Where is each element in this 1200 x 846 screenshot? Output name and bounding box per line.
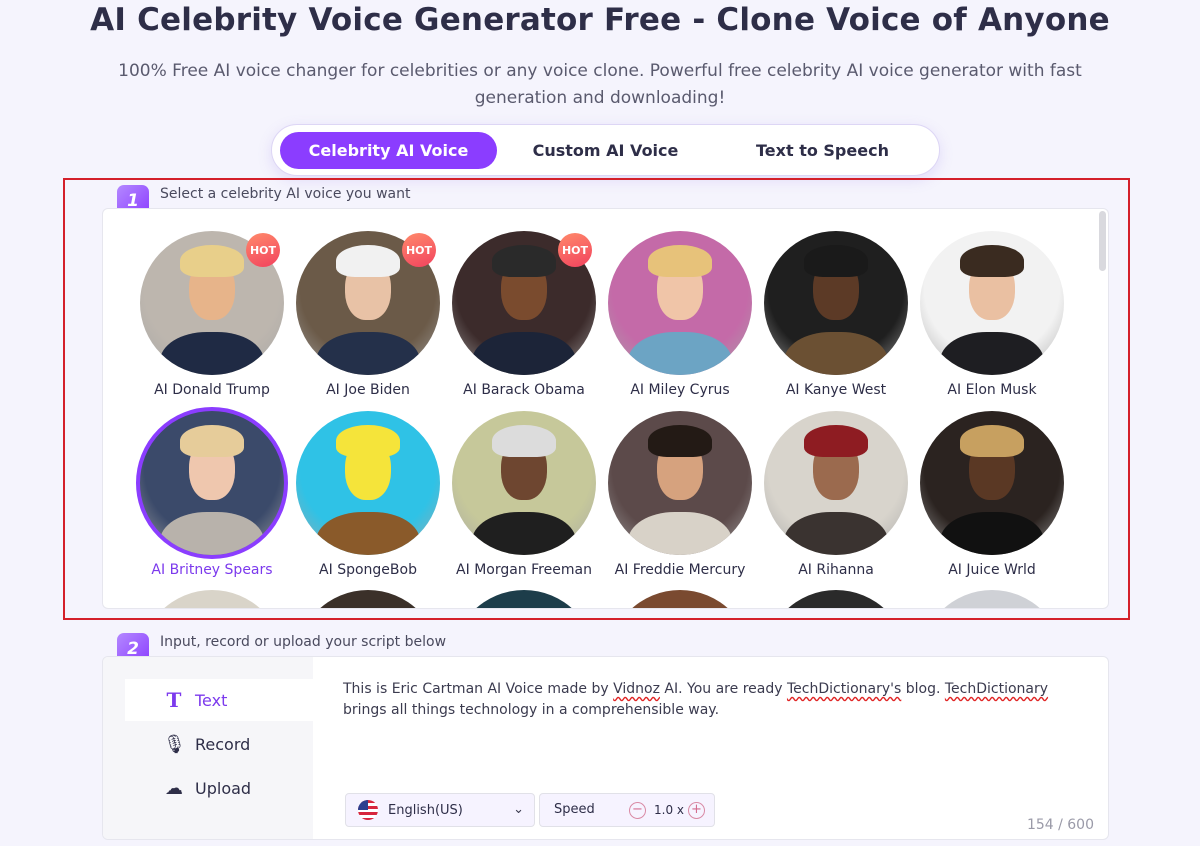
celebrity-voice-name: AI Juice Wrld [948,562,1036,578]
celebrity-voice-name: AI Britney Spears [151,562,273,578]
celebrity-avatar-partial[interactable] [764,590,908,608]
script-text-part: AI. You are ready [659,681,787,697]
spellcheck-word: Vidnoz [613,681,660,697]
chevron-down-icon: ⌄ [513,802,524,817]
character-counter: 154 / 600 [1026,817,1094,833]
speed-decrease-button[interactable]: − [629,802,646,819]
input-mode-upload-label: Upload [195,778,252,798]
celebrity-voice-name: AI Rihanna [798,562,874,578]
celebrity-avatar [920,231,1064,375]
tab-custom-ai-voice[interactable]: Custom AI Voice [497,132,714,169]
input-mode-record-label: Record [195,734,251,754]
celebrity-avatar-partial[interactable] [296,590,440,608]
script-input-panel: T Text 🎙 Record ☁ Upload This is Eric Ca… [102,656,1109,840]
celebrity-voice-card[interactable]: AI Miley Cyrus [602,231,758,407]
tab-celebrity-ai-voice[interactable]: Celebrity AI Voice [280,132,497,169]
celebrity-voice-card[interactable]: AI Elon Musk [914,231,1070,407]
hot-badge: HOT [246,233,280,267]
speed-label: Speed [554,802,595,817]
input-mode-text-label: Text [195,690,228,710]
input-mode-record[interactable]: 🎙 Record [125,723,313,765]
voice-mode-tabs: Celebrity AI Voice Custom AI Voice Text … [271,124,940,176]
language-select[interactable]: English(US) ⌄ [345,793,535,827]
celebrity-voice-card[interactable]: AI Rihanna [758,411,914,587]
language-value: English(US) [388,802,463,818]
celebrity-avatar [764,411,908,555]
celebrity-voice-card[interactable]: AI Kanye West [758,231,914,407]
celebrity-voice-card[interactable]: AI SpongeBob [290,411,446,587]
script-textarea[interactable]: This is Eric Cartman AI Voice made by Vi… [343,679,1095,721]
celebrity-avatar [608,231,752,375]
celebrity-voice-name: AI Elon Musk [947,382,1037,398]
input-mode-text[interactable]: T Text [125,679,313,721]
speed-value: 1.0 x [654,803,684,817]
spellcheck-word: TechDictionary's [786,681,902,697]
celebrity-voice-name: AI Morgan Freeman [456,562,592,578]
text-icon: T [166,688,182,712]
celebrity-voice-card[interactable]: AI Morgan Freeman [446,411,602,587]
page-title: AI Celebrity Voice Generator Free - Clon… [90,2,1110,38]
us-flag-icon [358,800,378,820]
hot-badge: HOT [558,233,592,267]
input-mode-upload[interactable]: ☁ Upload [125,767,313,809]
speed-control: Speed − 1.0 x + [539,793,715,827]
script-text-part: This is Eric Cartman AI Voice made by [343,681,614,697]
celebrity-voice-card[interactable]: AI Freddie Mercury [602,411,758,587]
celebrity-avatar-partial[interactable] [920,590,1064,608]
page-subtitle: 100% Free AI voice changer for celebriti… [118,61,1082,108]
tab-text-to-speech[interactable]: Text to Speech [714,132,931,169]
celebrity-avatar [764,231,908,375]
celebrity-voice-name: AI Joe Biden [326,382,410,398]
microphone-icon: 🎙 [163,733,186,755]
step-1-label: Select a celebrity AI voice you want [160,186,411,202]
celebrity-voice-name: AI Kanye West [785,382,887,398]
celebrity-voice-grid: HOT AI Donald Trump HOT AI Joe Biden HOT AI B… [102,208,1109,609]
celebrity-avatar [920,411,1064,555]
celebrity-voice-name: AI Freddie Mercury [614,562,746,578]
celebrity-avatar-partial[interactable] [452,590,596,608]
hot-badge: HOT [402,233,436,267]
celebrity-avatar [136,407,288,559]
celebrity-voice-card[interactable]: HOT AI Barack Obama [446,231,602,407]
celebrity-voice-card[interactable]: HOT AI Donald Trump [134,231,290,407]
celebrity-avatar-partial[interactable] [608,590,752,608]
celebrity-avatar [452,411,596,555]
script-text-part: brings all things technology in a compre… [343,702,720,718]
speed-increase-button[interactable]: + [688,802,705,819]
celebrity-voice-card[interactable]: AI Juice Wrld [914,411,1070,587]
celebrity-avatar-partial[interactable] [140,590,284,608]
celebrity-voice-name: AI Donald Trump [154,382,270,398]
script-text-part: blog. [901,681,945,697]
celebrity-voice-card[interactable]: HOT AI Joe Biden [290,231,446,407]
step-2-label: Input, record or upload your script belo… [160,634,447,650]
celebrity-voice-card[interactable]: AI Britney Spears [134,407,290,587]
input-mode-sidebar: T Text 🎙 Record ☁ Upload [103,657,313,839]
celebrity-avatar [296,411,440,555]
celebrity-voice-name: AI SpongeBob [319,562,417,578]
voice-grid-scrollbar[interactable] [1099,211,1106,271]
cloud-upload-icon: ☁ [165,777,183,799]
spellcheck-word: TechDictionary [944,681,1049,697]
celebrity-avatar [608,411,752,555]
celebrity-voice-name: AI Barack Obama [463,382,585,398]
celebrity-voice-name: AI Miley Cyrus [630,382,730,398]
